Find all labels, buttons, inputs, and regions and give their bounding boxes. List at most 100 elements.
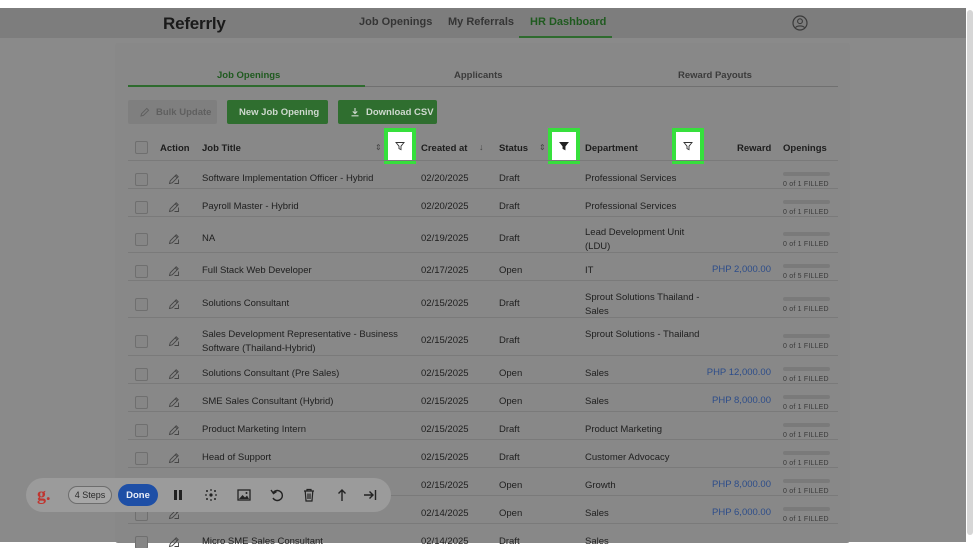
department-cell: Professional Services <box>585 201 677 212</box>
department-cell: Professional Services <box>585 173 677 184</box>
status-cell: Open <box>499 396 523 407</box>
row-select-checkbox[interactable] <box>135 396 148 409</box>
user-account-icon[interactable] <box>792 15 808 31</box>
row-edit-icon[interactable] <box>168 396 180 408</box>
bulk-update-label: Bulk Update <box>156 106 212 118</box>
job-title-cell[interactable]: SME Sales Consultant (Hybrid) <box>202 395 407 409</box>
image-icon[interactable] <box>236 487 252 503</box>
row-select-checkbox[interactable] <box>135 368 148 381</box>
job-title-cell[interactable]: Solutions Consultant <box>202 297 407 311</box>
row-edit-icon[interactable] <box>168 265 180 277</box>
done-button[interactable]: Done <box>118 484 158 506</box>
row-edit-icon[interactable] <box>168 173 180 185</box>
status-filter-button[interactable] <box>548 128 580 164</box>
openings-count: 0 of 1 FILLED <box>783 241 829 248</box>
row-edit-icon[interactable] <box>168 536 180 548</box>
status-cell: Open <box>499 265 523 276</box>
row-edit-icon[interactable] <box>168 298 180 310</box>
created-at-sort-desc-icon[interactable]: ↓ <box>479 142 484 152</box>
reward-cell: PHP 12,000.00 <box>706 367 771 378</box>
status-cell: Draft <box>499 335 520 346</box>
job-title-cell[interactable]: Head of Support <box>202 451 407 465</box>
status-cell: Draft <box>499 233 520 244</box>
skip-end-icon[interactable] <box>362 487 378 503</box>
select-all-checkbox[interactable] <box>135 141 148 154</box>
row-select-checkbox[interactable] <box>135 265 148 278</box>
status-sort-icon[interactable]: ⇕ <box>539 143 546 152</box>
table-row-divider <box>128 188 838 189</box>
job-title-cell[interactable]: Micro SME Sales Consultant <box>202 535 407 548</box>
openings-count: 0 of 1 FILLED <box>783 343 829 350</box>
row-edit-icon[interactable] <box>168 233 180 245</box>
row-edit-icon[interactable] <box>168 335 180 347</box>
job-title-cell[interactable]: Product Marketing Intern <box>202 423 407 437</box>
filter-icon <box>395 142 405 151</box>
row-select-checkbox[interactable] <box>135 452 148 465</box>
job-title-cell[interactable]: Payroll Master - Hybrid <box>202 200 407 214</box>
openings-count: 0 of 1 FILLED <box>783 488 829 495</box>
upload-icon[interactable] <box>334 487 350 503</box>
steps-count-badge[interactable]: 4 Steps <box>68 486 112 504</box>
row-select-checkbox[interactable] <box>135 173 148 186</box>
pause-icon[interactable] <box>170 487 186 503</box>
col-job-title[interactable]: Job Title <box>202 143 241 154</box>
status-cell: Open <box>499 368 523 379</box>
tab-job-openings[interactable]: Job Openings <box>217 70 280 81</box>
page-scrollbar-thumb[interactable] <box>967 10 973 535</box>
row-edit-icon[interactable] <box>168 452 180 464</box>
openings-progress-bar <box>783 479 830 483</box>
new-job-opening-button[interactable]: New Job Opening <box>227 100 328 124</box>
row-select-checkbox[interactable] <box>135 424 148 437</box>
created-at-cell: 02/14/2025 <box>421 508 469 519</box>
job-title-filter-button[interactable] <box>384 128 416 164</box>
job-title-cell[interactable]: Full Stack Web Developer <box>202 264 407 278</box>
row-select-checkbox[interactable] <box>135 201 148 214</box>
row-select-checkbox[interactable] <box>135 536 148 548</box>
job-title-cell[interactable]: Solutions Consultant (Pre Sales) <box>202 367 407 381</box>
reward-cell: PHP 8,000.00 <box>712 479 771 490</box>
job-title-cell[interactable]: Software Implementation Officer - Hybrid <box>202 172 407 186</box>
openings-count: 0 of 1 FILLED <box>783 305 829 313</box>
blur-icon[interactable] <box>203 487 219 503</box>
row-select-checkbox[interactable] <box>135 335 148 348</box>
col-created-at[interactable]: Created at <box>421 143 467 154</box>
filter-active-icon <box>559 142 569 151</box>
row-edit-icon[interactable] <box>168 368 180 380</box>
status-cell: Draft <box>499 201 520 212</box>
department-cell: Sales <box>585 536 609 547</box>
tab-active-indicator <box>128 85 365 87</box>
tab-reward-payouts[interactable]: Reward Payouts <box>678 70 752 81</box>
openings-progress-bar <box>783 172 830 176</box>
status-cell: Draft <box>499 536 520 547</box>
tab-applicants[interactable]: Applicants <box>454 70 503 81</box>
new-job-opening-label: New Job Opening <box>239 106 320 118</box>
row-select-checkbox[interactable] <box>135 233 148 246</box>
job-title-cell[interactable]: Sales Development Representative - Busin… <box>202 328 407 356</box>
table-row-divider <box>128 317 838 318</box>
table-row-divider <box>128 439 838 440</box>
table-row-divider <box>128 216 838 217</box>
row-select-checkbox[interactable] <box>135 297 148 311</box>
department-filter-button[interactable] <box>672 128 704 164</box>
created-at-cell: 02/20/2025 <box>421 173 469 184</box>
openings-progress-bar <box>783 200 830 204</box>
recorder-logo: g. <box>37 484 51 504</box>
status-cell: Draft <box>499 297 520 309</box>
status-cell: Draft <box>499 173 520 184</box>
download-csv-button[interactable]: Download CSV <box>338 100 437 124</box>
col-status[interactable]: Status <box>499 143 528 154</box>
row-edit-icon[interactable] <box>168 201 180 213</box>
filter-icon <box>683 142 693 151</box>
table-row-divider <box>128 280 838 281</box>
nav-my-referrals[interactable]: My Referrals <box>448 16 514 28</box>
job-title-cell[interactable]: NA <box>202 232 407 246</box>
delete-icon[interactable] <box>301 487 317 503</box>
row-edit-icon[interactable] <box>168 424 180 436</box>
nav-hr-dashboard[interactable]: HR Dashboard <box>530 16 606 28</box>
bulk-update-button[interactable]: Bulk Update <box>128 100 217 124</box>
undo-icon[interactable] <box>269 487 285 503</box>
job-title-sort-icon[interactable]: ⇕ <box>375 143 382 152</box>
nav-job-openings[interactable]: Job Openings <box>359 16 432 28</box>
table-row-divider <box>128 411 838 412</box>
col-department[interactable]: Department <box>585 143 638 154</box>
